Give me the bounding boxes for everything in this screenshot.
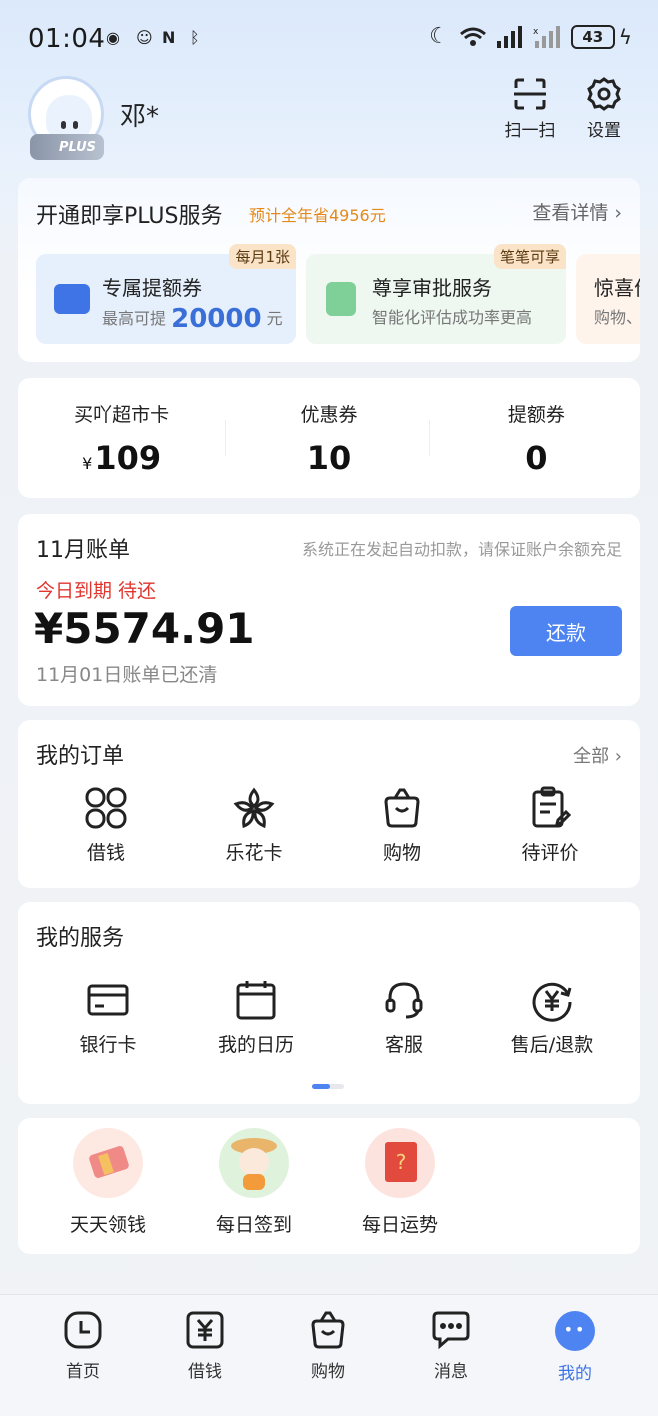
app-notification-icon: ◉ bbox=[106, 28, 120, 47]
clipboard-edit-icon bbox=[532, 786, 572, 828]
service-bank-card[interactable]: 银行卡 bbox=[34, 978, 182, 1057]
gear-icon bbox=[587, 77, 621, 111]
stat-coupons[interactable]: 优惠券 10 bbox=[225, 378, 432, 498]
orders-all-link[interactable]: 全部 › bbox=[573, 742, 622, 768]
services-title: 我的服务 bbox=[36, 926, 125, 951]
bank-card-icon bbox=[87, 984, 129, 1016]
orders-card: 我的订单 全部 › 借钱 乐花卡 购物 待评价 bbox=[18, 720, 640, 888]
wifi-icon bbox=[459, 27, 486, 46]
orders-title: 我的订单 bbox=[36, 744, 125, 769]
benefit-sub: 智能化评估成功率更高 bbox=[372, 308, 533, 327]
assets-card: 买吖超市卡 ¥109 优惠券 10 提额券 0 bbox=[18, 378, 640, 498]
scan-button[interactable]: 扫一扫 bbox=[500, 76, 560, 141]
scan-label: 扫一扫 bbox=[504, 121, 556, 141]
order-shopping[interactable]: 购物 bbox=[328, 786, 476, 865]
benefit-title: 尊享审批服务 bbox=[372, 276, 492, 300]
coupon-icon bbox=[54, 284, 90, 314]
bill-due-status: 今日到期 待还 bbox=[36, 580, 157, 602]
battery-icon: 43 bbox=[570, 24, 615, 49]
tab-shopping[interactable]: 购物 bbox=[278, 1309, 378, 1382]
tab-messages[interactable]: 消息 bbox=[401, 1309, 501, 1382]
benefit-sub: 购物、 bbox=[594, 308, 640, 327]
emoji-notification-icon: ☺ bbox=[136, 28, 153, 47]
tab-me[interactable]: •• 我的 bbox=[525, 1309, 625, 1384]
stat-limit-coupons[interactable]: 提额券 0 bbox=[433, 378, 640, 498]
bill-cleared-note: 11月01日账单已还清 bbox=[36, 664, 218, 686]
document-check-icon bbox=[326, 282, 356, 316]
charging-icon: ϟ bbox=[618, 24, 632, 49]
plus-details-link[interactable]: 查看详情 › bbox=[532, 198, 622, 225]
order-to-review[interactable]: 待评价 bbox=[476, 786, 624, 865]
scan-icon bbox=[514, 78, 546, 110]
status-right: ☾ x 43 ϟ bbox=[429, 24, 632, 49]
flower-icon bbox=[233, 787, 275, 829]
bluetooth-icon: ᛒ bbox=[190, 28, 200, 47]
bill-notice: 系统正在发起自动扣款，请保证账户余额充足 bbox=[301, 540, 622, 559]
fortune-book-icon: ? bbox=[365, 1128, 435, 1198]
signal-icon bbox=[496, 25, 522, 48]
yen-square-icon bbox=[186, 1311, 224, 1349]
shopping-bag-icon bbox=[311, 1311, 345, 1349]
bill-title: 11月账单 bbox=[36, 538, 130, 563]
bill-card[interactable]: 11月账单 系统正在发起自动扣款，请保证账户余额充足 今日到期 待还 ¥5574… bbox=[18, 514, 640, 706]
daily-fortune-entry[interactable]: ? 每日运势 bbox=[330, 1128, 470, 1237]
username[interactable]: 邓* bbox=[120, 96, 159, 133]
tab-home[interactable]: 首页 bbox=[33, 1309, 133, 1382]
settings-button[interactable]: 设置 bbox=[574, 76, 634, 141]
svg-text:x: x bbox=[533, 27, 539, 37]
order-lehua-card[interactable]: 乐花卡 bbox=[180, 786, 328, 865]
farmer-mascot-icon bbox=[219, 1128, 289, 1198]
status-time: 01:04 bbox=[28, 24, 106, 54]
plus-badge: PLUS bbox=[30, 134, 104, 160]
four-petal-icon bbox=[85, 787, 127, 829]
settings-label: 设置 bbox=[587, 121, 621, 141]
avatar[interactable]: PLUS bbox=[28, 76, 106, 162]
status-bar: 01:04 ◉ ☺ N ᛒ ☾ x 43 ϟ bbox=[0, 0, 658, 80]
shopping-bag-icon bbox=[384, 788, 420, 828]
benefit-title: 专属提额券 bbox=[102, 276, 202, 300]
plus-promo-card[interactable]: 开通即享PLUS服务 预计全年省4956元 查看详情 › 每月1张 专属提额券 … bbox=[18, 178, 640, 362]
service-calendar[interactable]: 我的日历 bbox=[182, 978, 330, 1057]
benefit-badge: 每月1张 bbox=[229, 244, 296, 269]
nfc-icon: N bbox=[162, 28, 176, 47]
signal-2-icon: x bbox=[533, 25, 560, 48]
plus-saving: 预计全年省4956元 bbox=[249, 206, 386, 225]
benefit-title: 惊喜价 bbox=[594, 276, 640, 300]
plus-benefit-limit-coupon[interactable]: 每月1张 专属提额券 最高可提 20000 元 bbox=[36, 244, 296, 344]
plus-benefit-approval[interactable]: 笔笔可享 尊享审批服务 智能化评估成功率更高 bbox=[306, 244, 566, 344]
service-refund[interactable]: 售后/退款 bbox=[478, 978, 626, 1057]
activities-card: 天天领钱 每日签到 ? 每日运势 bbox=[18, 1118, 640, 1254]
repay-button[interactable]: 还款 bbox=[510, 606, 622, 656]
tab-loan[interactable]: 借钱 bbox=[155, 1309, 255, 1382]
headset-icon bbox=[385, 982, 423, 1019]
clock-icon bbox=[64, 1311, 102, 1349]
chat-bubble-icon bbox=[432, 1311, 470, 1350]
pager-indicator bbox=[312, 1084, 344, 1089]
order-loan[interactable]: 借钱 bbox=[32, 786, 180, 865]
do-not-disturb-icon: ☾ bbox=[429, 24, 449, 49]
services-card: 我的服务 银行卡 我的日历 客服 售后/退款 bbox=[18, 902, 640, 1104]
plus-benefit-surprise[interactable]: 惊喜价 购物、 bbox=[576, 254, 640, 344]
me-avatar-icon: •• bbox=[555, 1311, 595, 1351]
plus-title: 开通即享PLUS服务 bbox=[36, 204, 223, 229]
bill-amount: ¥5574.91 bbox=[34, 604, 255, 653]
bottom-tab-bar: 首页 借钱 购物 消息 •• 我的 bbox=[0, 1294, 658, 1416]
money-stack-icon bbox=[73, 1128, 143, 1198]
service-customer-support[interactable]: 客服 bbox=[330, 978, 478, 1057]
calendar-icon bbox=[236, 981, 276, 1020]
daily-money-entry[interactable]: 天天领钱 bbox=[38, 1128, 178, 1237]
daily-checkin-entry[interactable]: 每日签到 bbox=[184, 1128, 324, 1237]
divider bbox=[429, 420, 430, 456]
benefit-badge: 笔笔可享 bbox=[493, 244, 566, 269]
stat-supermarket-card[interactable]: 买吖超市卡 ¥109 bbox=[18, 378, 225, 498]
yen-refund-icon bbox=[532, 982, 572, 1022]
